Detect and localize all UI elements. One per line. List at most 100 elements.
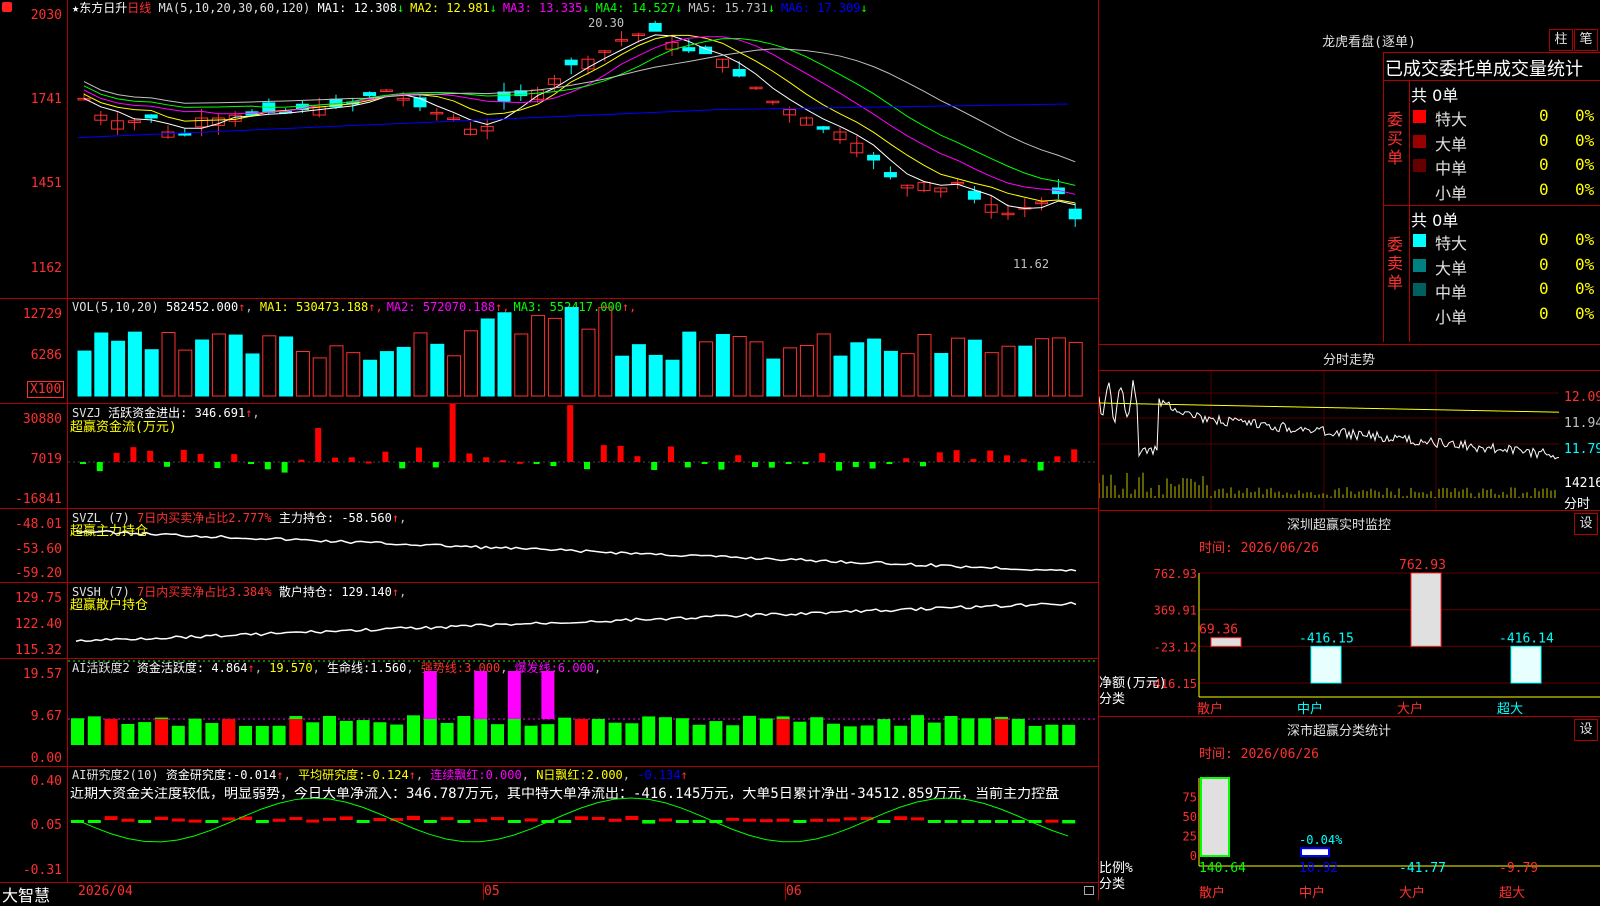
classify-bar-1 — [1200, 777, 1230, 857]
vol-bar — [564, 306, 579, 397]
vol-bar — [279, 336, 294, 397]
ai-research-bars[interactable] — [68, 767, 1098, 882]
classify-chart[interactable]: 75 50 25 0 -0.04% 140.64 10.92 -41.77 -9.79 散户 中户 大… — [1099, 760, 1600, 900]
svzj-bars[interactable] — [68, 404, 1098, 508]
candle-body — [967, 190, 981, 200]
svzl-tick-2: -53.60 — [15, 542, 62, 557]
research-bar — [1062, 820, 1076, 824]
monitor-chart[interactable]: 762.93369.91-23.12-416.1569.36散户-416.15中… — [1099, 555, 1600, 715]
fund-flow-bar — [298, 459, 305, 462]
vol-bar — [195, 339, 210, 397]
order-count: 0 — [1539, 179, 1549, 199]
fund-flow-bar — [1071, 449, 1078, 462]
classify-category-1: 散户 — [1199, 885, 1225, 900]
vol-bar — [699, 341, 714, 397]
timeshare-chart[interactable] — [1099, 371, 1559, 511]
research-bar — [608, 818, 622, 822]
date-label-1: 2026/04 — [78, 884, 133, 899]
vol-bar — [480, 318, 495, 397]
monitor-tick-3: -23.12 — [1154, 640, 1197, 654]
research-bar — [759, 819, 773, 823]
classify-settings-button[interactable]: 设 — [1574, 719, 1598, 741]
fund-flow-bar — [231, 454, 238, 462]
app-name[interactable]: 大智慧 — [2, 882, 50, 906]
svsh-line[interactable] — [68, 583, 1098, 658]
fund-flow-bar — [197, 453, 204, 462]
vol-bar — [312, 357, 327, 397]
candle-body — [497, 91, 511, 102]
period-label[interactable]: 日线 — [127, 1, 151, 15]
order-size-label: 小单 — [1435, 307, 1468, 327]
lock-icon[interactable] — [1084, 886, 1094, 895]
order-count: 0 — [1539, 279, 1549, 298]
stock-name[interactable]: 东方日升 — [79, 1, 127, 15]
vol-bar — [1001, 345, 1016, 397]
fund-flow-bar — [903, 458, 910, 462]
fund-flow-bar — [483, 457, 490, 462]
activity-bar — [239, 725, 252, 745]
fund-flow-bar — [281, 462, 288, 473]
activity-bar — [692, 724, 706, 745]
research-bar — [155, 816, 168, 820]
vol-bar — [547, 317, 562, 397]
down-arrow-icon: ↓ — [489, 1, 497, 15]
monitor-value-1: 69.36 — [1199, 623, 1238, 638]
research-bar — [793, 820, 807, 823]
fund-flow-bar — [533, 462, 540, 464]
low-price-label: 11.62 — [1013, 257, 1049, 271]
classify-value-2: 10.92 — [1299, 861, 1338, 876]
activity-bar-red — [995, 719, 1008, 745]
fund-flow-bar — [600, 445, 607, 462]
classify-value-4: -9.79 — [1499, 861, 1538, 876]
activity-bar-red — [289, 719, 303, 745]
monitor-tick-1: 762.93 — [1154, 567, 1197, 581]
activity-bar — [591, 718, 605, 745]
swatch-特大 — [1413, 110, 1426, 123]
fund-flow-bar — [617, 445, 624, 462]
ma-values: MA1: 12.308↓ MA2: 12.981↓ MA3: 13.335↓ MA4:… — [317, 1, 873, 15]
kline-chart-area[interactable]: ★东方日升日线 MA(5,10,20,30,60,120) MA1: 12.30… — [0, 0, 1100, 905]
ai-activity-bars[interactable] — [68, 659, 1098, 766]
bar-mode-button[interactable]: 柱 — [1549, 29, 1573, 51]
avg-line — [1099, 402, 1559, 413]
research-bar — [255, 820, 269, 824]
research-bar — [423, 820, 437, 823]
monitor-settings-button[interactable]: 设 — [1574, 513, 1598, 535]
price-candles[interactable]: 20.30 11.62 — [68, 16, 1098, 298]
fund-flow-bar — [953, 450, 960, 462]
vol-bar — [967, 339, 982, 397]
order-pct: 0% — [1575, 155, 1595, 174]
vol-bar — [111, 340, 126, 397]
fund-flow-bar — [684, 462, 691, 468]
monitor-value-3: 762.93 — [1399, 558, 1446, 573]
activity-bar — [356, 720, 370, 745]
monitor-bar-4 — [1510, 645, 1542, 684]
research-bar — [272, 818, 286, 822]
fund-flow-bar — [147, 450, 154, 462]
vol-bar — [161, 331, 176, 397]
tick-mode-button[interactable]: 笔 — [1574, 29, 1598, 51]
activity-bar — [440, 722, 454, 745]
candle-body — [413, 97, 427, 108]
svzj-tick-3: -16841 — [15, 492, 62, 507]
svzl-line[interactable] — [68, 509, 1098, 582]
research-bar — [339, 816, 353, 820]
vol-bar — [447, 355, 462, 397]
vol-bar — [951, 337, 966, 397]
activity-bar — [507, 718, 521, 745]
vol-bar — [715, 334, 730, 397]
date-label-2: 05 — [484, 884, 500, 899]
swatch-大单 — [1413, 258, 1426, 272]
vol-bar — [1068, 341, 1083, 397]
vol-tick-1: 12729 — [22, 307, 62, 322]
research-bar — [575, 816, 588, 820]
vol-bars[interactable] — [68, 300, 1098, 403]
classify-title: 深市超赢分类统计 — [1286, 724, 1391, 739]
research-bar — [810, 818, 824, 822]
monitor-value-2: -416.15 — [1299, 631, 1354, 646]
classify-axis-label2: 分类 — [1099, 877, 1125, 892]
activity-bar — [642, 716, 656, 745]
vol-bar — [648, 354, 663, 397]
ma-value-6: MA6: 17.309↓ — [781, 1, 868, 15]
activity-bar — [675, 718, 689, 745]
